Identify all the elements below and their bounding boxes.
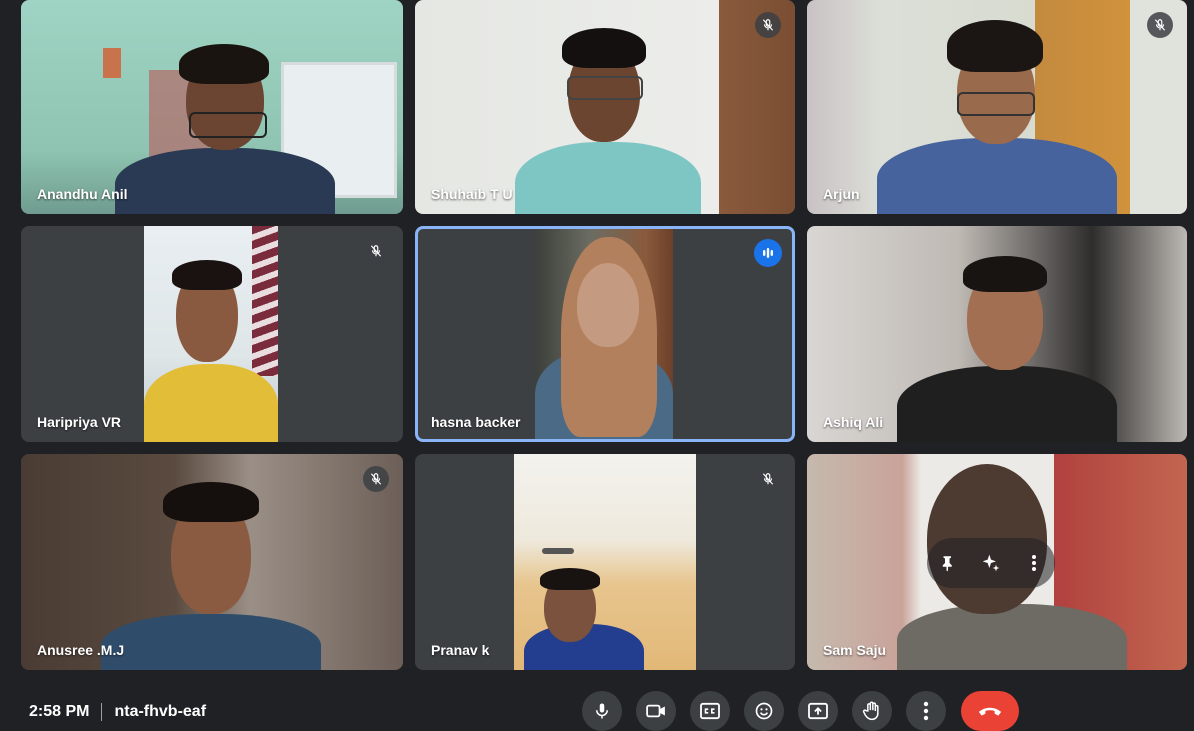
- captions-button[interactable]: [690, 691, 730, 731]
- participant-tile[interactable]: Arjun: [807, 0, 1187, 214]
- end-call-icon: [978, 707, 1002, 716]
- emoji-icon: [755, 702, 773, 720]
- more-options-icon[interactable]: [1016, 545, 1052, 581]
- more-options-icon: [923, 701, 929, 721]
- participant-tile[interactable]: Anusree .M.J: [21, 454, 403, 670]
- raise-hand-button[interactable]: [852, 691, 892, 731]
- bottom-control-bar: 2:58 PM nta-fhvb-eaf: [0, 683, 1194, 731]
- camera-button[interactable]: [636, 691, 676, 731]
- mic-muted-icon: [363, 466, 389, 492]
- more-options-button[interactable]: [906, 691, 946, 731]
- meeting-code: nta-fhvb-eaf: [114, 703, 207, 720]
- participant-tile-speaking[interactable]: hasna backer: [415, 226, 795, 442]
- end-call-button[interactable]: [961, 691, 1019, 731]
- present-screen-button[interactable]: [798, 691, 838, 731]
- participant-name: Anandhu Anil: [37, 186, 128, 202]
- participant-name: Pranav k: [431, 642, 490, 658]
- participant-video: [514, 454, 696, 670]
- microphone-button[interactable]: [582, 691, 622, 731]
- participant-name: Shuhaib T U: [431, 186, 513, 202]
- participant-tile[interactable]: Anandhu Anil: [21, 0, 403, 214]
- participant-name: Ashiq Ali: [823, 414, 884, 430]
- present-icon: [808, 702, 828, 720]
- captions-icon: [700, 702, 720, 720]
- participant-video: [807, 0, 1187, 214]
- participant-name: Arjun: [823, 186, 860, 202]
- raise-hand-icon: [862, 701, 879, 721]
- participant-video: [144, 226, 278, 442]
- participant-name: hasna backer: [431, 414, 521, 430]
- meeting-info: 2:58 PM nta-fhvb-eaf: [29, 703, 206, 721]
- participant-video: [415, 0, 795, 214]
- participant-tile[interactable]: Sam Saju: [807, 454, 1187, 670]
- participant-name: Anusree .M.J: [37, 642, 125, 658]
- pin-icon[interactable]: [930, 545, 966, 581]
- participant-video: [807, 226, 1187, 442]
- participant-video: [21, 0, 403, 214]
- camera-icon: [646, 704, 665, 718]
- participant-video: [535, 229, 673, 439]
- participant-video: [21, 454, 403, 670]
- mic-muted-icon: [755, 466, 781, 492]
- divider: [101, 703, 103, 721]
- participant-name: Haripriya VR: [37, 414, 122, 430]
- participant-tile[interactable]: Ashiq Ali: [807, 226, 1187, 442]
- participant-tile[interactable]: Haripriya VR: [21, 226, 403, 442]
- participant-tile[interactable]: Shuhaib T U: [415, 0, 795, 214]
- effects-icon[interactable]: [973, 545, 1009, 581]
- microphone-icon: [596, 703, 608, 719]
- speaking-indicator-icon: [754, 239, 782, 267]
- tile-hover-toolbar: [927, 538, 1055, 588]
- mic-muted-icon: [363, 238, 389, 264]
- mic-muted-icon: [1147, 12, 1173, 38]
- emoji-reaction-button[interactable]: [744, 691, 784, 731]
- participant-name: Sam Saju: [823, 642, 887, 658]
- mic-muted-icon: [755, 12, 781, 38]
- meeting-time: 2:58 PM: [29, 703, 90, 720]
- participant-tile[interactable]: Pranav k: [415, 454, 795, 670]
